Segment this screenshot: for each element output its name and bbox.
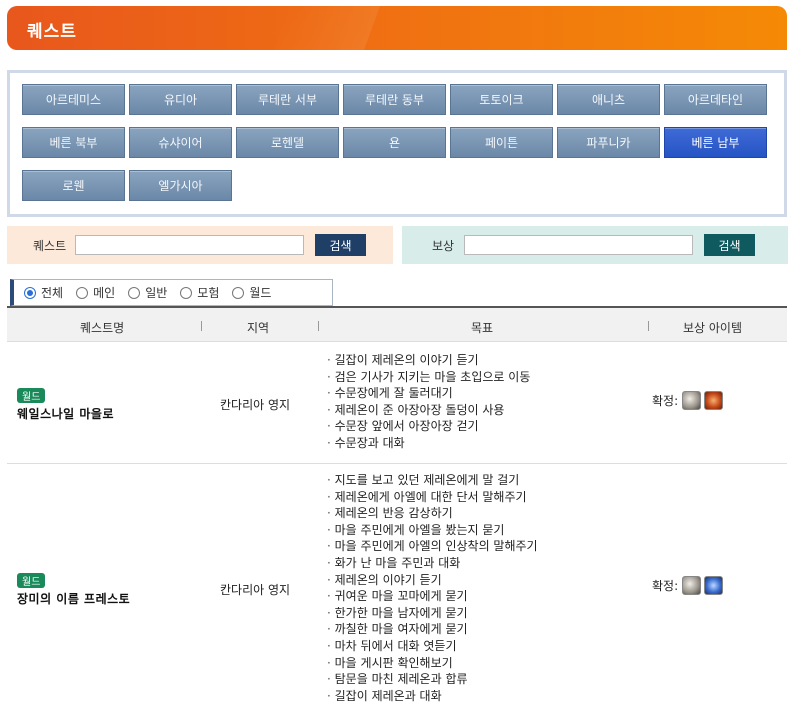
region-button-feiton[interactable]: 페이튼 <box>450 127 553 158</box>
goal-item: 한가한 마을 남자에게 묻기 <box>327 605 538 622</box>
goal-item: 탐문을 마친 제레온과 합류 <box>327 671 538 688</box>
goal-item: 길잡이 제레온과 대화 <box>327 688 538 705</box>
filter-world[interactable]: 월드 <box>232 284 271 301</box>
region-button-anikka[interactable]: 애니츠 <box>557 84 660 115</box>
region-button-south-vern[interactable]: 베른 남부 <box>664 127 767 158</box>
region-button-yudia[interactable]: 유디아 <box>129 84 232 115</box>
region-button-punika[interactable]: 파푸니카 <box>557 127 660 158</box>
quest-search-button[interactable]: 검색 <box>315 234 366 256</box>
radio-button-icon[interactable] <box>128 286 141 299</box>
quest-name[interactable]: 웨일스나일 마을로 <box>17 405 114 422</box>
column-header-goal: 목표 <box>471 321 494 335</box>
reward-search-input[interactable] <box>464 235 693 255</box>
quest-goal-list: 길잡이 제레온의 이야기 듣기 검은 기사가 지키는 마을 초입으로 이동 수문… <box>327 352 531 452</box>
quest-name[interactable]: 장미의 이름 프레스토 <box>17 590 130 607</box>
reward-label: 확정: <box>652 579 679 593</box>
goal-item: 지도를 보고 있던 제레온에게 말 걸기 <box>327 472 538 489</box>
goal-item: 마을 주민에게 아엘의 인상착의 말해주기 <box>327 538 538 555</box>
page-title: 퀘스트 <box>27 22 77 42</box>
region-button-arthetine[interactable]: 아르데타인 <box>664 84 767 115</box>
quest-region: 칸다리아 영지 <box>220 398 291 412</box>
goal-item: 제레온의 이야기 듣기 <box>327 572 538 589</box>
region-selector: 아르테미스 유디아 루테란 서부 루테란 동부 토토이크 애니츠 아르데타인 베… <box>7 70 787 217</box>
region-button-elgacia[interactable]: 엘가시아 <box>129 170 232 201</box>
goal-item: 마을 게시판 확인해보기 <box>327 655 538 672</box>
goal-item: 길잡이 제레온의 이야기 듣기 <box>327 352 530 369</box>
quest-type-badge: 월드 <box>17 388 46 403</box>
column-header-name: 퀘스트명 <box>80 321 125 335</box>
goal-item: 제레온이 준 아장아장 돌덩이 사용 <box>327 402 530 419</box>
goal-item: 마차 뒤에서 대화 엿듣기 <box>327 638 538 655</box>
filter-label: 메인 <box>93 286 116 300</box>
filter-label: 월드 <box>249 286 272 300</box>
quest-reward: 확정: <box>652 391 724 410</box>
table-row: 월드 장미의 이름 프레스토 칸다리아 영지 지도를 보고 있던 제레온에게 말… <box>7 465 787 712</box>
quest-type-filter: 전체 메인 일반 모험 월드 <box>10 279 333 306</box>
region-button-rohendel[interactable]: 로헨델 <box>236 127 339 158</box>
goal-item: 수문장 앞에서 아장아장 걷기 <box>327 418 530 435</box>
quest-search-bar: 퀘스트 검색 <box>7 226 393 264</box>
reward-search-label: 보상 <box>432 239 455 253</box>
column-divider <box>201 321 202 331</box>
filter-label: 전체 <box>41 286 64 300</box>
stone-item-icon[interactable] <box>682 391 702 410</box>
region-button-west-luterra[interactable]: 루테란 서부 <box>236 84 339 115</box>
region-button-artemis[interactable]: 아르테미스 <box>22 84 125 115</box>
radio-button-icon[interactable] <box>180 286 193 299</box>
reward-label: 확정: <box>652 394 679 408</box>
header-decoration <box>273 6 381 50</box>
quest-table-header: 퀘스트명 지역 목표 보상 아이템 <box>7 306 787 342</box>
filter-general[interactable]: 일반 <box>128 284 167 301</box>
quest-search-input[interactable] <box>75 235 304 255</box>
region-button-tortoyk[interactable]: 토토이크 <box>450 84 553 115</box>
quest-reward: 확정: <box>652 576 724 595</box>
region-button-rowen[interactable]: 로웬 <box>22 170 125 201</box>
column-divider <box>318 321 319 331</box>
filter-adventure[interactable]: 모험 <box>180 284 219 301</box>
quest-goal-list: 지도를 보고 있던 제레온에게 말 걸기 제레온에게 아엘에 대한 단서 말해주… <box>327 472 538 704</box>
region-button-yorn[interactable]: 욘 <box>343 127 446 158</box>
table-row: 월드 웨일스나일 마을로 칸다리아 영지 길잡이 제레온의 이야기 듣기 검은 … <box>7 343 787 464</box>
goal-item: 제레온에게 아엘에 대한 단서 말해주기 <box>327 489 538 506</box>
quest-type-badge: 월드 <box>17 573 46 588</box>
reward-search-bar: 보상 검색 <box>402 226 788 264</box>
blue-item-icon[interactable] <box>704 576 724 595</box>
goal-item: 제레온의 반응 감상하기 <box>327 505 538 522</box>
goal-item: 검은 기사가 지키는 마을 초입으로 이동 <box>327 369 531 386</box>
column-divider <box>648 321 649 331</box>
filter-label: 일반 <box>145 286 168 300</box>
region-button-shushire[interactable]: 슈샤이어 <box>129 127 232 158</box>
column-header-region: 지역 <box>247 321 270 335</box>
quest-region: 칸다리아 영지 <box>220 583 291 597</box>
quest-header: 퀘스트 <box>7 6 787 50</box>
filter-all[interactable]: 전체 <box>24 284 63 301</box>
region-button-north-vern[interactable]: 베른 북부 <box>22 127 125 158</box>
goal-item: 화가 난 마을 주민과 대화 <box>327 555 538 572</box>
quest-search-label: 퀘스트 <box>33 239 67 253</box>
goal-item: 귀여운 마을 꼬마에게 묻기 <box>327 588 538 605</box>
column-header-reward: 보상 아이템 <box>683 321 743 335</box>
radio-button-icon[interactable] <box>24 286 36 299</box>
filter-main[interactable]: 메인 <box>76 284 115 301</box>
radio-button-icon[interactable] <box>76 286 89 299</box>
reward-search-button[interactable]: 검색 <box>704 234 755 256</box>
goal-item: 수문장과 대화 <box>327 435 530 452</box>
goal-item: 마을 주민에게 아엘을 봤는지 묻기 <box>327 522 538 539</box>
goal-item: 까칠한 마을 여자에게 묻기 <box>327 621 538 638</box>
filter-label: 모험 <box>197 286 220 300</box>
fire-item-icon[interactable] <box>704 391 724 410</box>
region-button-east-luterra[interactable]: 루테란 동부 <box>343 84 446 115</box>
radio-button-icon[interactable] <box>232 286 245 299</box>
stone-item-icon[interactable] <box>682 576 702 595</box>
goal-item: 수문장에게 잘 둘러대기 <box>327 385 530 402</box>
